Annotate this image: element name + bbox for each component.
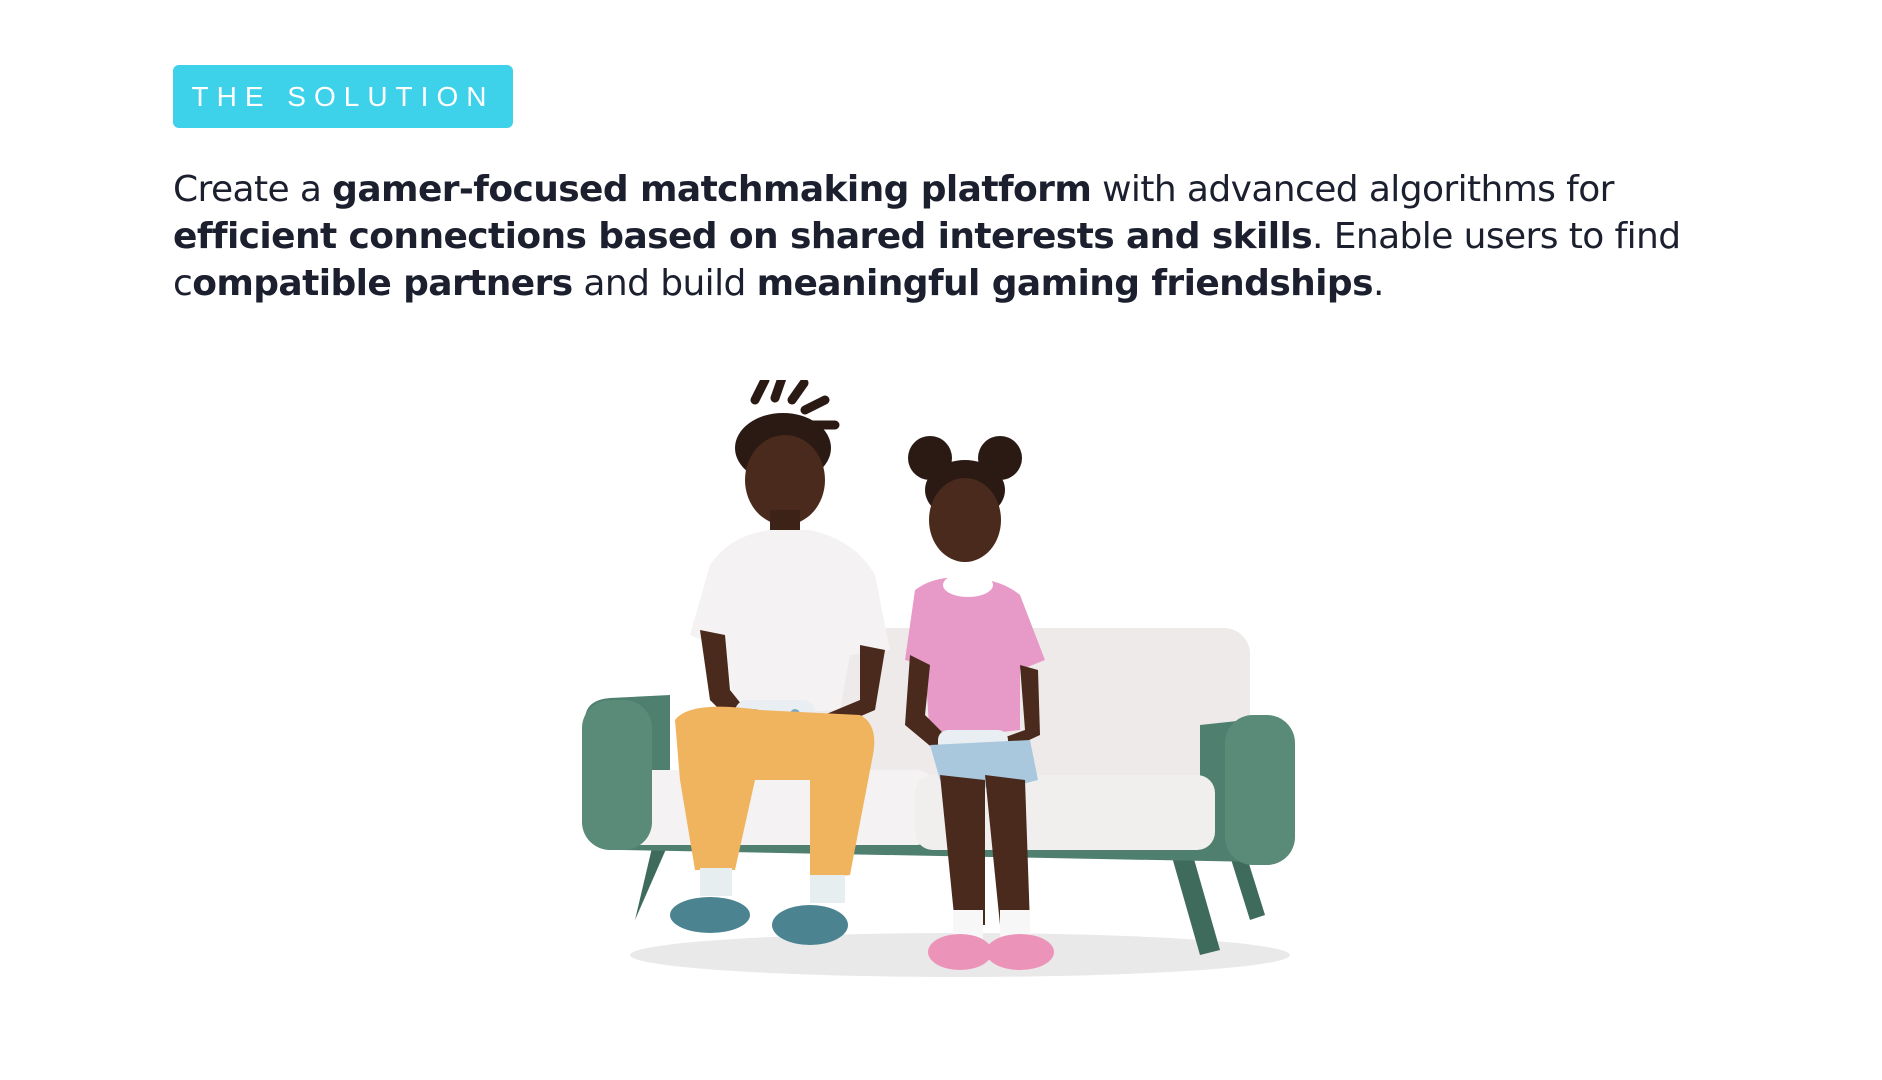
- desc-bold-3: ompatible partners: [192, 263, 573, 304]
- girl-collar: [943, 573, 993, 597]
- section-badge-label: THE SOLUTION: [191, 80, 495, 112]
- desc-text-1: Create a: [173, 169, 333, 210]
- gamers-on-sofa-illustration: [560, 373, 1340, 1010]
- girl-shoe: [986, 934, 1054, 970]
- sofa-armrest-left: [582, 700, 652, 850]
- man-shoe: [772, 905, 848, 945]
- desc-bold-1: gamer-focused matchmaking platform: [332, 169, 1092, 210]
- solution-description: Create a gamer-focused matchmaking platf…: [173, 166, 1733, 307]
- man-sock: [810, 875, 845, 903]
- man-sock: [700, 868, 732, 896]
- desc-text-4: and build: [572, 263, 757, 304]
- desc-text-2: with advanced algorithms for: [1091, 169, 1614, 210]
- girl-shoe: [928, 934, 992, 970]
- sofa-armrest-right: [1225, 715, 1295, 865]
- desc-bold-4: meaningful gaming friendships: [756, 263, 1374, 304]
- section-badge: THE SOLUTION: [173, 65, 513, 128]
- desc-bold-2: efficient connections based on shared in…: [173, 216, 1313, 257]
- desc-text-5: .: [1372, 263, 1384, 304]
- seat-cushion-left: [615, 770, 935, 845]
- gamers-sofa-svg: [582, 373, 1295, 977]
- man-shoe: [670, 897, 750, 933]
- girl-head: [929, 478, 1001, 562]
